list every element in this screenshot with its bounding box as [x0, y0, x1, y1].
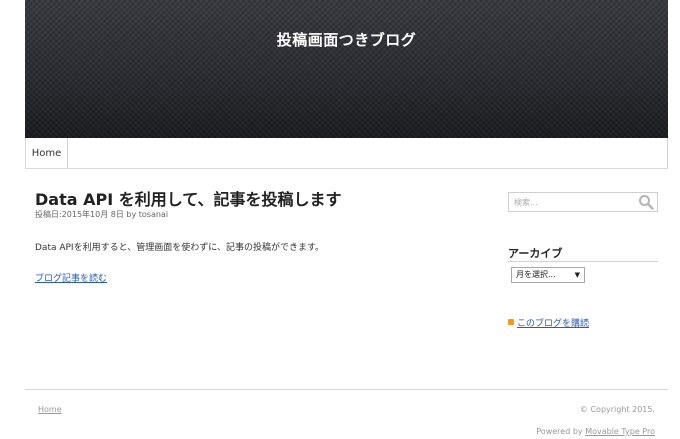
post-title[interactable]: Data API を利用して、記事を投稿します: [35, 186, 341, 210]
powered-by-label: Powered by: [536, 427, 583, 436]
footer-powered-by: Powered by Movable Type Pro: [536, 427, 655, 436]
footer-home-link[interactable]: Home: [38, 405, 62, 414]
nav-item-home[interactable]: Home: [26, 138, 68, 168]
feed-subscribe: このブログを購読: [508, 316, 589, 329]
search-input[interactable]: [509, 193, 640, 211]
read-more-link[interactable]: ブログ記事を読む: [35, 271, 107, 284]
site-title[interactable]: 投稿画面つきブログ: [25, 29, 668, 50]
global-nav: Home: [25, 138, 668, 169]
movable-type-link[interactable]: Movable Type Pro: [585, 427, 655, 436]
widget-divider: [508, 261, 658, 262]
post-body: Data APIを利用すると、管理画面を使わずに、記事の投稿ができます。: [35, 243, 325, 253]
archive-select-value: 月を選択...: [516, 270, 556, 279]
footer-divider: [25, 389, 668, 390]
header-banner: 投稿画面つきブログ: [25, 0, 668, 138]
feed-icon: [508, 319, 514, 325]
post-meta: 投稿日:2015年10月 8日 by tosanai: [35, 210, 169, 219]
search-icon[interactable]: [638, 194, 654, 210]
footer-copyright: © Copyright 2015.: [579, 405, 655, 414]
search-box: [508, 192, 658, 212]
feed-subscribe-link[interactable]: このブログを購読: [517, 319, 589, 329]
archive-select[interactable]: 月を選択... ▼: [511, 267, 585, 283]
chevron-down-icon: ▼: [574, 271, 580, 279]
archive-widget-title: アーカイブ: [508, 247, 563, 260]
